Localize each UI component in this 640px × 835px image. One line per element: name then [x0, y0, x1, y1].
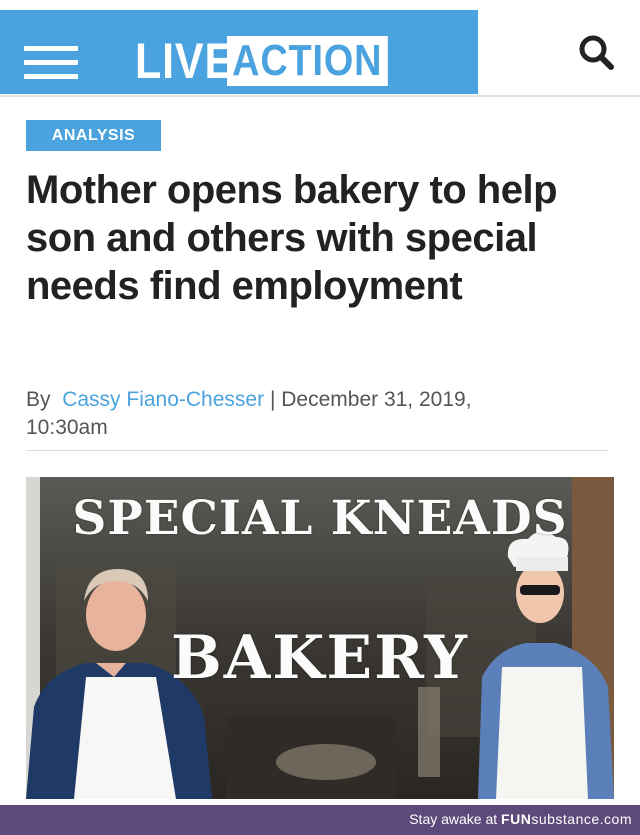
brand-substance: substance: [531, 811, 600, 827]
logo-live-text: LIVE: [135, 33, 235, 89]
header-divider: [0, 95, 640, 97]
site-logo[interactable]: LIVE ACTION: [135, 33, 414, 89]
search-icon[interactable]: [576, 32, 616, 72]
bakery-sign-line2: BAKERY: [171, 623, 469, 693]
footer-tagline: Stay awake at: [409, 811, 498, 827]
byline-separator: |: [269, 388, 276, 411]
date-comma: ,: [465, 388, 472, 411]
hamburger-menu-icon[interactable]: [24, 46, 78, 80]
site-header: LIVE ACTION: [0, 0, 640, 97]
watermark-text: Stay awake at FUNsubstance.com: [409, 811, 632, 827]
article-hero-image[interactable]: SPECIAL KNEADS BAKERY: [26, 477, 614, 799]
brand-fun: FUN: [501, 811, 532, 827]
article-headline: Mother opens bakery to help son and othe…: [26, 168, 558, 308]
logo-action-text: ACTION: [227, 36, 388, 86]
publish-time: 10:30am: [26, 416, 108, 439]
funsubstance-logo: FUNsubstance.com: [501, 811, 632, 827]
author-link[interactable]: Cassy Fiano-Chesser: [62, 388, 264, 411]
header-brand-bar: LIVE ACTION: [0, 10, 478, 94]
publish-date: December 31, 2019: [281, 388, 466, 411]
bakery-sign-line1: SPECIAL KNEADS: [72, 491, 568, 546]
byline-prefix: By: [26, 388, 51, 411]
byline-divider: [26, 450, 608, 451]
category-badge[interactable]: ANALYSIS: [26, 120, 161, 151]
brand-domain: .com: [599, 811, 632, 827]
article-byline: By Cassy Fiano-Chesser | December 31, 20…: [26, 386, 616, 442]
watermark-footer: Stay awake at FUNsubstance.com: [0, 805, 640, 835]
